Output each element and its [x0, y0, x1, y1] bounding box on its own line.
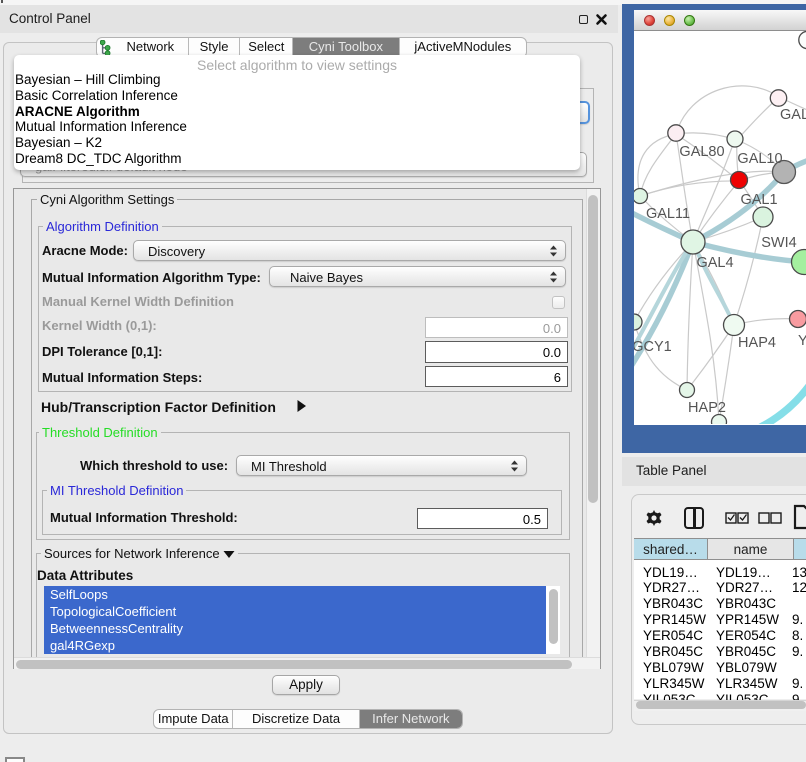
svg-text:GAL1: GAL1	[740, 192, 777, 208]
svg-text:GAL80: GAL80	[679, 144, 724, 160]
svg-text:HAP2: HAP2	[688, 400, 726, 416]
svg-text:GAL4: GAL4	[696, 255, 733, 271]
svg-text:GAL: GAL	[780, 107, 806, 123]
svg-text:SWI4: SWI4	[761, 235, 796, 251]
svg-text:Y: Y	[798, 333, 806, 349]
svg-text:GAL10: GAL10	[737, 151, 782, 167]
svg-text:GCY1: GCY1	[634, 339, 672, 355]
svg-text:HAP4: HAP4	[738, 335, 776, 351]
svg-text:GAL11: GAL11	[646, 206, 690, 222]
